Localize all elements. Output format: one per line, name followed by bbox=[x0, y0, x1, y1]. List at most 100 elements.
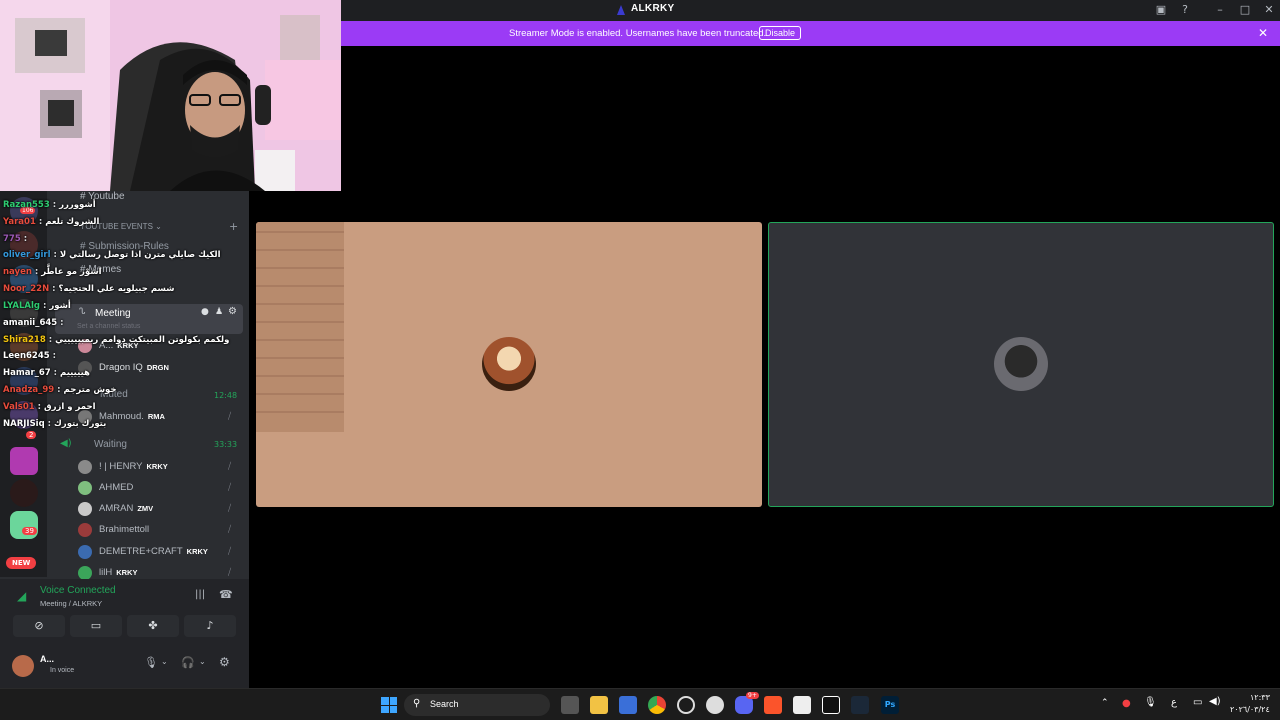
server-badge-count-2: 2 bbox=[26, 431, 37, 439]
search-icon: ⚲ bbox=[413, 698, 421, 709]
store-icon[interactable] bbox=[619, 696, 637, 714]
notes-icon[interactable] bbox=[793, 696, 811, 714]
muted-timer: 12:48 bbox=[214, 391, 238, 400]
screen-share-button[interactable]: ▭ bbox=[70, 615, 122, 637]
steam-icon[interactable] bbox=[851, 696, 869, 714]
help-icon[interactable]: ? bbox=[1177, 2, 1193, 18]
photoshop-icon[interactable]: Ps bbox=[881, 696, 899, 714]
chat-message: Shira218 : ولكمم بكولوتن المبيتكت دوامم … bbox=[3, 335, 230, 345]
disconnect-icon[interactable]: ☎ bbox=[219, 588, 233, 601]
voice-panel: ◢ Voice Connected Meeting / ALKRKY ||| ☎… bbox=[0, 579, 249, 688]
channel-meeting[interactable]: ᔐ Meeting Set a channel status ● ♟ ⚙ bbox=[55, 304, 243, 334]
user-bar: A... In voice 🎙 ⌄ 🎧 ⌄ ⚙ bbox=[0, 647, 249, 688]
voice-location[interactable]: Meeting / ALKRKY bbox=[40, 599, 102, 608]
disable-streamer-mode-button[interactable]: Disable bbox=[759, 26, 802, 40]
username: A... bbox=[40, 654, 55, 664]
volume-icon[interactable]: ◀) bbox=[1209, 696, 1221, 707]
chevron-up-icon[interactable]: ⌃ bbox=[1101, 698, 1109, 708]
network-icon[interactable]: ▭ bbox=[1193, 697, 1202, 708]
participant-avatar bbox=[482, 337, 536, 391]
chat-message: LYALAlg : أشور bbox=[3, 301, 71, 311]
file-explorer-icon[interactable] bbox=[590, 696, 608, 714]
brave-icon[interactable] bbox=[764, 696, 782, 714]
screen-share-icon[interactable]: ▣ bbox=[1153, 2, 1169, 18]
app-icon[interactable] bbox=[677, 696, 695, 714]
task-view-icon[interactable] bbox=[561, 696, 579, 714]
chrome-icon[interactable] bbox=[648, 696, 666, 714]
server-list: 39 2 106 NEW bbox=[0, 191, 47, 577]
window-title: ALKRKY bbox=[631, 3, 675, 14]
muted-mic-icon: ⧸ bbox=[228, 503, 232, 513]
tile-pattern bbox=[256, 222, 344, 432]
channel-waiting[interactable]: ◀) Waiting 33:33 bbox=[60, 437, 245, 453]
headphones-icon[interactable]: 🎧 bbox=[181, 656, 195, 669]
video-tile-1[interactable] bbox=[256, 222, 762, 507]
channel-status[interactable]: Set a channel status bbox=[77, 323, 140, 330]
chat-message: oliver_girl : الكيك صايلي مترن اذا توصل … bbox=[3, 250, 221, 260]
server-icon-9[interactable] bbox=[10, 479, 38, 507]
camera-off-button[interactable]: ⊘ bbox=[13, 615, 65, 637]
avatar bbox=[78, 545, 92, 559]
video-tile-2[interactable] bbox=[768, 222, 1274, 507]
avatar bbox=[78, 460, 92, 474]
voice-status[interactable]: Voice Connected bbox=[40, 585, 116, 596]
chevron-down-icon[interactable]: ⌄ bbox=[199, 657, 206, 666]
title-bar: ALKRKY ▣ ? – □ ✕ bbox=[341, 0, 1280, 21]
avatar bbox=[78, 523, 92, 537]
clock-date[interactable]: ٢٠٢٦/٠٣/٢٤ bbox=[1230, 705, 1270, 714]
avatar bbox=[78, 502, 92, 516]
start-button[interactable] bbox=[381, 697, 397, 713]
chat-message: NARJISiq : بتورك بتورك bbox=[3, 419, 107, 429]
muted-mic-icon: ⧸ bbox=[228, 524, 232, 534]
microphone-icon[interactable]: 🎙 bbox=[144, 656, 158, 669]
clock-time[interactable]: ١٢:٣٣ bbox=[1250, 693, 1270, 702]
chevron-down-icon[interactable]: ⌄ bbox=[161, 657, 168, 666]
user-status: In voice bbox=[50, 667, 75, 674]
speaker-icon: ◀) bbox=[60, 438, 72, 449]
noise-suppression-icon[interactable]: ||| bbox=[195, 589, 205, 600]
speaker-icon: ᔐ bbox=[79, 307, 86, 317]
chat-message: Vals01 : احمر و ازرق bbox=[3, 402, 96, 412]
chat-message: Hamar_67 : هيييييم bbox=[3, 368, 90, 378]
avatar[interactable] bbox=[12, 655, 34, 677]
signal-icon: ◢ bbox=[17, 589, 27, 603]
steam-like-icon[interactable] bbox=[706, 696, 724, 714]
muted-mic-icon: ⧸ bbox=[228, 461, 232, 471]
close-window-button[interactable]: ✕ bbox=[1261, 2, 1277, 18]
muted-mic-icon: ⧸ bbox=[228, 567, 232, 577]
language-indicator[interactable]: ع bbox=[1171, 697, 1177, 708]
muted-mic-icon: ⧸ bbox=[228, 482, 232, 492]
taskbar-search[interactable]: ⚲ Search bbox=[404, 694, 550, 716]
chat-message: Razan553 : أشووررر bbox=[3, 200, 96, 210]
chat-icon[interactable]: ● bbox=[201, 307, 209, 317]
add-channel-icon[interactable]: + bbox=[229, 220, 238, 233]
close-banner-icon[interactable]: ✕ bbox=[1258, 26, 1268, 40]
muted-mic-icon: ⧸ bbox=[228, 546, 232, 556]
avatar bbox=[78, 566, 92, 580]
app-logo-icon bbox=[617, 5, 625, 15]
activities-button[interactable]: ✤ bbox=[127, 615, 179, 637]
invite-icon[interactable]: ♟ bbox=[215, 307, 223, 317]
new-badge[interactable]: NEW bbox=[6, 557, 37, 569]
soundboard-button[interactable]: ♪ bbox=[184, 615, 236, 637]
settings-icon[interactable]: ⚙ bbox=[228, 306, 237, 317]
tray-app-icon[interactable]: ● bbox=[1122, 698, 1131, 709]
server-badge-count: 39 bbox=[22, 527, 37, 535]
streamer-mode-banner: Streamer Mode is enabled. Usernames have… bbox=[341, 21, 1280, 46]
chat-message: Yara01 : الشروك تلعم bbox=[3, 217, 100, 227]
avatar bbox=[78, 481, 92, 495]
user-settings-icon[interactable]: ⚙ bbox=[219, 655, 230, 669]
chat-message: Anadza_99 : خوش مترجم bbox=[3, 385, 117, 395]
discord-badge: 9+ bbox=[746, 692, 759, 699]
chat-message: Leen6245 : bbox=[3, 351, 57, 361]
streamer-mode-message: Streamer Mode is enabled. Usernames have… bbox=[509, 28, 767, 39]
participant-avatar bbox=[994, 337, 1048, 391]
chat-message: nayen : اشوْر مو عاطَّر bbox=[3, 267, 102, 277]
capcut-icon[interactable] bbox=[822, 696, 840, 714]
maximize-button[interactable]: □ bbox=[1237, 2, 1253, 18]
minimize-button[interactable]: – bbox=[1212, 2, 1228, 18]
tray-mic-icon[interactable]: 🎙 bbox=[1144, 697, 1157, 708]
server-icon-8[interactable] bbox=[10, 447, 38, 475]
webcam-overlay bbox=[0, 0, 341, 191]
waiting-timer: 33:33 bbox=[214, 440, 238, 449]
